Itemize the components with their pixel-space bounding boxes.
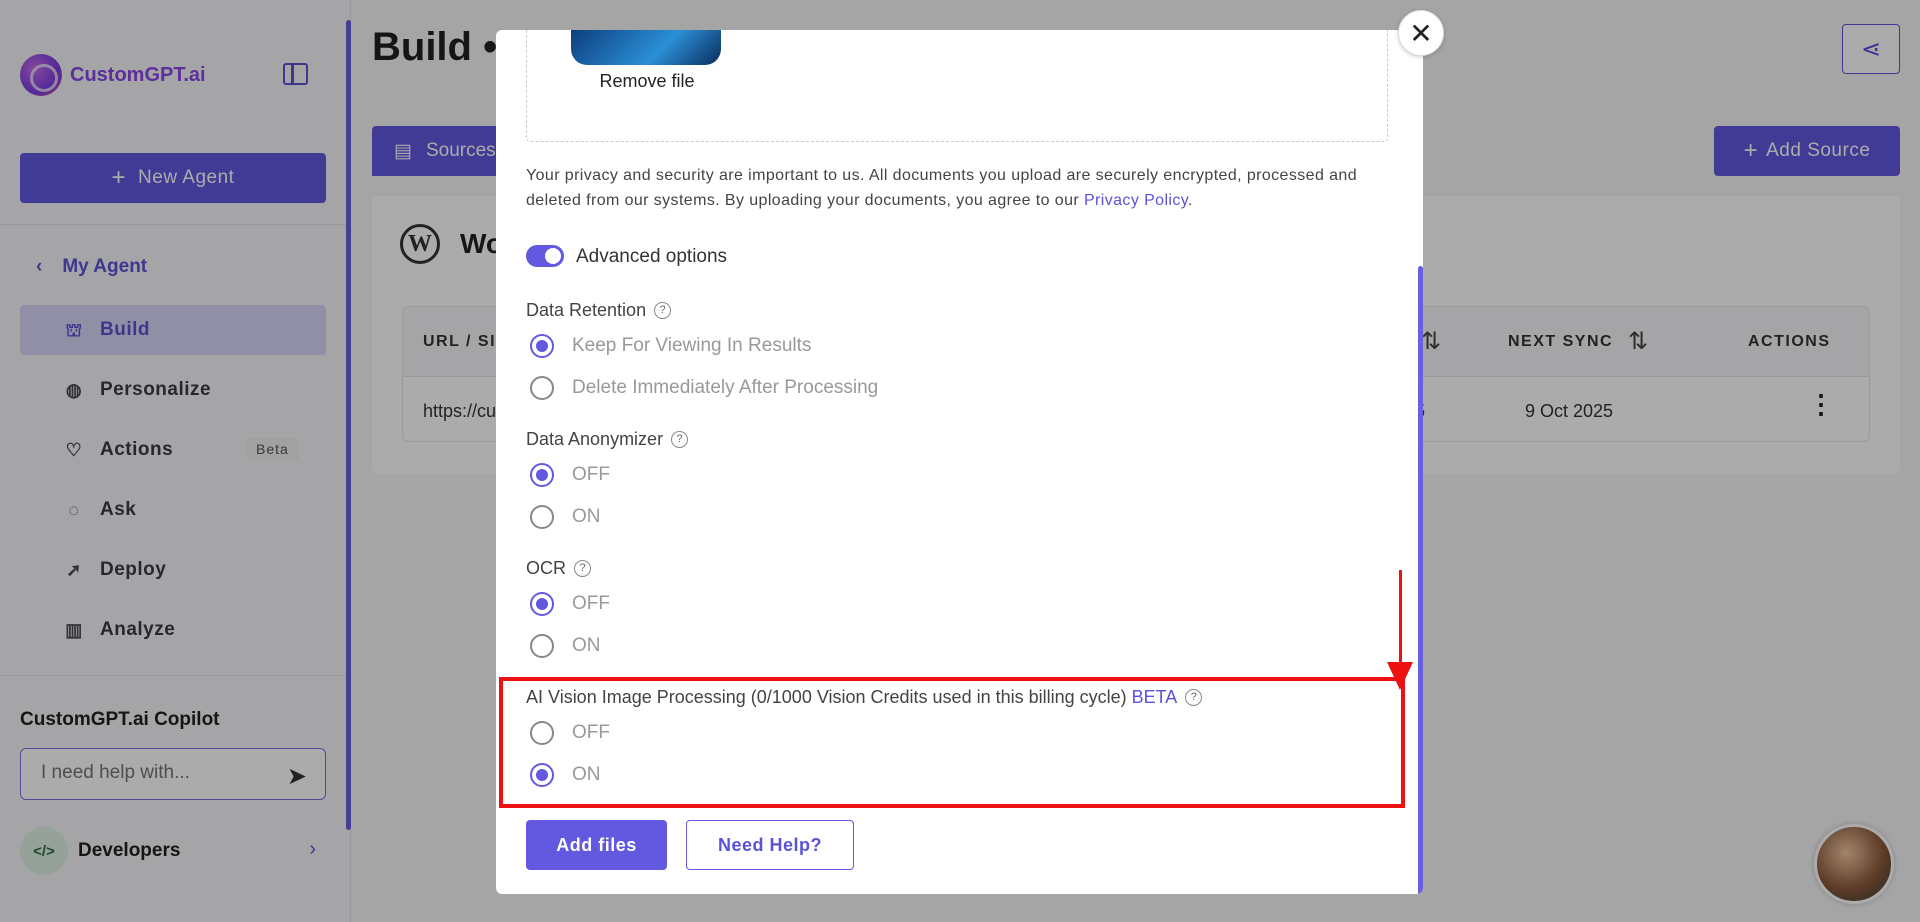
radio-ocr-off[interactable]: OFF xyxy=(530,592,610,616)
advanced-options-label: Advanced options xyxy=(576,246,728,267)
section-label-text: Data Anonymizer xyxy=(526,429,664,449)
annotation-arrow-line xyxy=(1399,570,1402,670)
help-icon[interactable]: ? xyxy=(671,431,689,448)
radio-label: OFF xyxy=(572,593,610,614)
radio-unchecked-icon xyxy=(530,634,554,658)
privacy-text: Your privacy and security are important … xyxy=(526,167,1357,209)
radio-ocr-on[interactable]: ON xyxy=(530,634,601,658)
modal-scrollbar[interactable] xyxy=(1418,266,1423,894)
radio-label: Delete Immediately After Processing xyxy=(572,377,879,398)
radio-anonymizer-on[interactable]: ON xyxy=(530,505,601,529)
add-files-button[interactable]: Add files xyxy=(526,820,667,870)
annotation-highlight-box xyxy=(499,677,1405,808)
privacy-notice: Your privacy and security are important … xyxy=(526,163,1396,213)
annotation-arrow-icon xyxy=(1387,662,1413,690)
close-icon[interactable]: ✕ xyxy=(1398,10,1444,56)
remove-file-link[interactable]: Remove file xyxy=(527,71,767,92)
privacy-end: . xyxy=(1187,192,1193,209)
section-label-text: Data Retention xyxy=(526,300,647,320)
file-dropzone[interactable]: Remove file xyxy=(526,30,1388,142)
advanced-options-toggle[interactable] xyxy=(526,245,564,267)
section-label-text: OCR xyxy=(526,558,566,578)
data-anonymizer-label: Data Anonymizer ? xyxy=(526,429,689,450)
radio-keep-for-viewing[interactable]: Keep For Viewing In Results xyxy=(530,334,811,358)
radio-checked-icon xyxy=(530,592,554,616)
ocr-label: OCR ? xyxy=(526,558,591,579)
radio-unchecked-icon xyxy=(530,376,554,400)
radio-label: Keep For Viewing In Results xyxy=(572,335,812,356)
radio-label: ON xyxy=(572,635,601,656)
radio-label: ON xyxy=(572,506,601,527)
radio-checked-icon xyxy=(530,334,554,358)
radio-checked-icon xyxy=(530,463,554,487)
need-help-button[interactable]: Need Help? xyxy=(686,820,854,870)
radio-unchecked-icon xyxy=(530,505,554,529)
data-retention-label: Data Retention ? xyxy=(526,300,672,321)
radio-anonymizer-off[interactable]: OFF xyxy=(530,463,610,487)
help-icon[interactable]: ? xyxy=(574,560,591,577)
radio-delete-immediately[interactable]: Delete Immediately After Processing xyxy=(530,376,878,400)
radio-label: OFF xyxy=(572,464,610,485)
help-icon[interactable]: ? xyxy=(654,302,672,319)
privacy-policy-link[interactable]: Privacy Policy xyxy=(1084,192,1188,209)
file-thumbnail xyxy=(571,30,721,65)
upload-modal: Remove file Your privacy and security ar… xyxy=(496,30,1423,894)
